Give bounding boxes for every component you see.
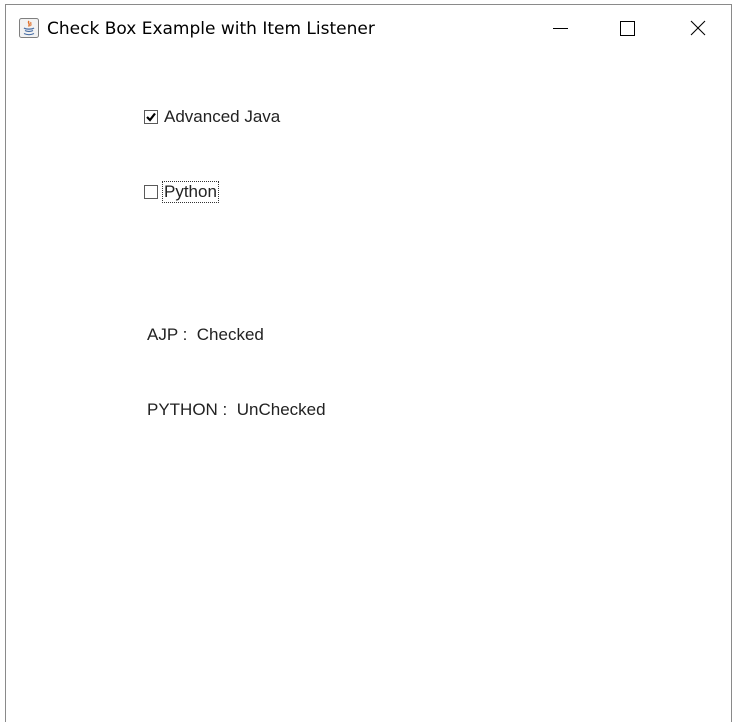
- minimize-icon: [553, 28, 568, 29]
- checkbox-advanced-java[interactable]: Advanced Java: [144, 106, 281, 128]
- title-bar[interactable]: Check Box Example with Item Listener: [6, 5, 731, 52]
- ajp-status-label: AJP : Checked: [147, 325, 264, 344]
- window-title: Check Box Example with Item Listener: [47, 19, 375, 39]
- java-icon: [19, 18, 39, 38]
- checkbox-python[interactable]: Python: [144, 181, 219, 203]
- content-panel: Advanced Java Python AJP : Checked PYTHO…: [6, 52, 731, 723]
- maximize-icon: [620, 21, 635, 36]
- checkbox-label[interactable]: Advanced Java: [163, 107, 281, 127]
- checkbox-box[interactable]: [144, 110, 158, 124]
- checkbox-label[interactable]: Python: [162, 181, 219, 203]
- close-button[interactable]: [674, 5, 720, 51]
- minimize-button[interactable]: [536, 5, 582, 51]
- checkbox-box[interactable]: [144, 185, 158, 199]
- app-window: Check Box Example with Item Listener Adv…: [5, 4, 732, 723]
- close-icon: [690, 20, 706, 36]
- maximize-button[interactable]: [604, 5, 650, 51]
- python-status-label: PYTHON : UnChecked: [147, 400, 326, 419]
- checkmark-icon: [146, 112, 156, 122]
